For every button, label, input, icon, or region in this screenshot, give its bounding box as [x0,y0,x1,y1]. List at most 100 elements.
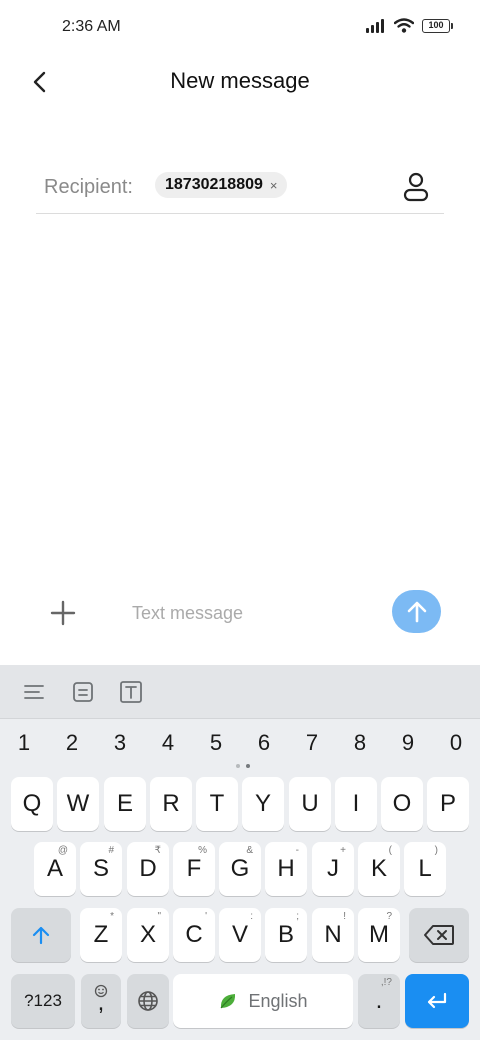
key-3[interactable]: 3 [96,727,144,759]
key-j-label: J [327,855,339,882]
key-s[interactable]: S # [80,842,122,896]
key-2[interactable]: 2 [48,727,96,759]
key-y[interactable]: Y [242,777,284,831]
plus-icon [50,600,76,626]
key-d-secondary: ₹ [154,845,161,856]
key-z-label: Z [93,921,109,948]
header: New message [0,56,480,108]
clipboard-icon [73,682,93,702]
globe-icon [138,991,158,1011]
remove-recipient-icon[interactable]: × [270,178,278,193]
key-0[interactable]: 0 [432,727,480,759]
key-g[interactable]: G & [219,842,261,896]
period-label: . [375,987,383,1014]
symbols-key[interactable]: ?123 [11,974,75,1028]
keyboard: 1 2 3 4 5 6 7 8 9 0 Q W E R T Y U I O P … [0,665,480,1040]
key-h-secondary: - [295,845,299,856]
key-m[interactable]: M? [358,908,400,962]
key-q[interactable]: Q [11,777,53,831]
contacts-button[interactable] [400,170,432,204]
key-j-secondary: + [340,845,346,856]
key-5[interactable]: 5 [192,727,240,759]
key-f[interactable]: F% [173,842,215,896]
emoji-comma-key[interactable]: , [81,974,121,1028]
recipient-label: Recipient: [44,176,133,198]
key-r[interactable]: R [150,777,192,831]
wifi-icon [394,18,414,33]
key-7[interactable]: 7 [288,727,336,759]
key-b-secondary: ; [296,911,299,922]
enter-arrow-icon [427,992,447,1009]
key-h[interactable]: H- [265,842,307,896]
menu-lines-icon [24,685,44,699]
clipboard-button[interactable] [70,679,96,705]
language-key[interactable] [127,974,169,1028]
space-label: English [248,990,308,1011]
keyboard-menu-button[interactable] [21,679,47,705]
key-g-label: G [230,855,250,882]
key-8[interactable]: 8 [336,727,384,759]
key-4[interactable]: 4 [144,727,192,759]
recipient-chip[interactable]: 18730218809 × [155,172,288,198]
enter-key[interactable] [405,974,469,1028]
key-d[interactable]: D ₹ [127,842,169,896]
key-x[interactable]: X " [127,908,169,962]
status-icons: 100 [366,18,453,33]
key-j[interactable]: J + [312,842,354,896]
key-e[interactable]: E [104,777,146,831]
key-s-label: S [92,855,109,882]
period-key[interactable]: . ,!? [358,974,400,1028]
key-b[interactable]: B; [265,908,307,962]
page-indicator [236,764,250,768]
battery-icon: 100 [422,18,453,33]
key-1[interactable]: 1 [0,727,48,759]
key-c-label: C [185,921,203,948]
key-f-label: F [186,855,202,882]
shift-arrow-icon [32,926,50,945]
message-input[interactable] [132,598,372,628]
text-edit-icon [120,681,142,703]
recipient-field[interactable]: Recipient: 18730218809 × [36,164,444,214]
arrow-up-icon [407,601,426,622]
key-n[interactable]: N! [312,908,354,962]
key-a-label: A [46,855,63,882]
key-u[interactable]: U [289,777,331,831]
key-i[interactable]: I [335,777,377,831]
signal-icon [366,18,384,33]
key-k[interactable]: K( [358,842,400,896]
key-l-secondary: ) [434,845,438,856]
space-key[interactable]: English [173,974,353,1028]
message-composer [0,588,480,638]
key-l-label: L [418,855,432,882]
key-b-label: B [277,921,294,948]
text-edit-button[interactable] [118,679,144,705]
key-p[interactable]: P [427,777,469,831]
key-v[interactable]: V: [219,908,261,962]
attach-button[interactable] [46,596,80,630]
page-dot [236,764,240,768]
status-time: 2:36 AM [62,18,121,35]
backspace-key[interactable] [409,908,469,962]
key-k-label: K [370,855,387,882]
recipient-chip-number: 18730218809 [165,176,263,193]
key-s-secondary: # [108,845,114,856]
key-6[interactable]: 6 [240,727,288,759]
key-c[interactable]: C ' [173,908,215,962]
key-z[interactable]: Z * [80,908,122,962]
key-v-secondary: : [250,911,253,922]
key-o[interactable]: O [381,777,423,831]
key-x-label: X [139,921,156,948]
period-secondary: ,!? [380,977,392,988]
key-l[interactable]: L) [404,842,446,896]
key-m-label: M [369,921,389,948]
key-m-secondary: ? [386,911,392,922]
key-k-secondary: ( [388,845,392,856]
key-t[interactable]: T [196,777,238,831]
key-c-secondary: ' [205,911,207,922]
key-d-label: D [139,855,157,882]
key-9[interactable]: 9 [384,727,432,759]
shift-key[interactable] [11,908,71,962]
key-a[interactable]: A @ [34,842,76,896]
send-button[interactable] [392,590,441,633]
key-w[interactable]: W [57,777,99,831]
